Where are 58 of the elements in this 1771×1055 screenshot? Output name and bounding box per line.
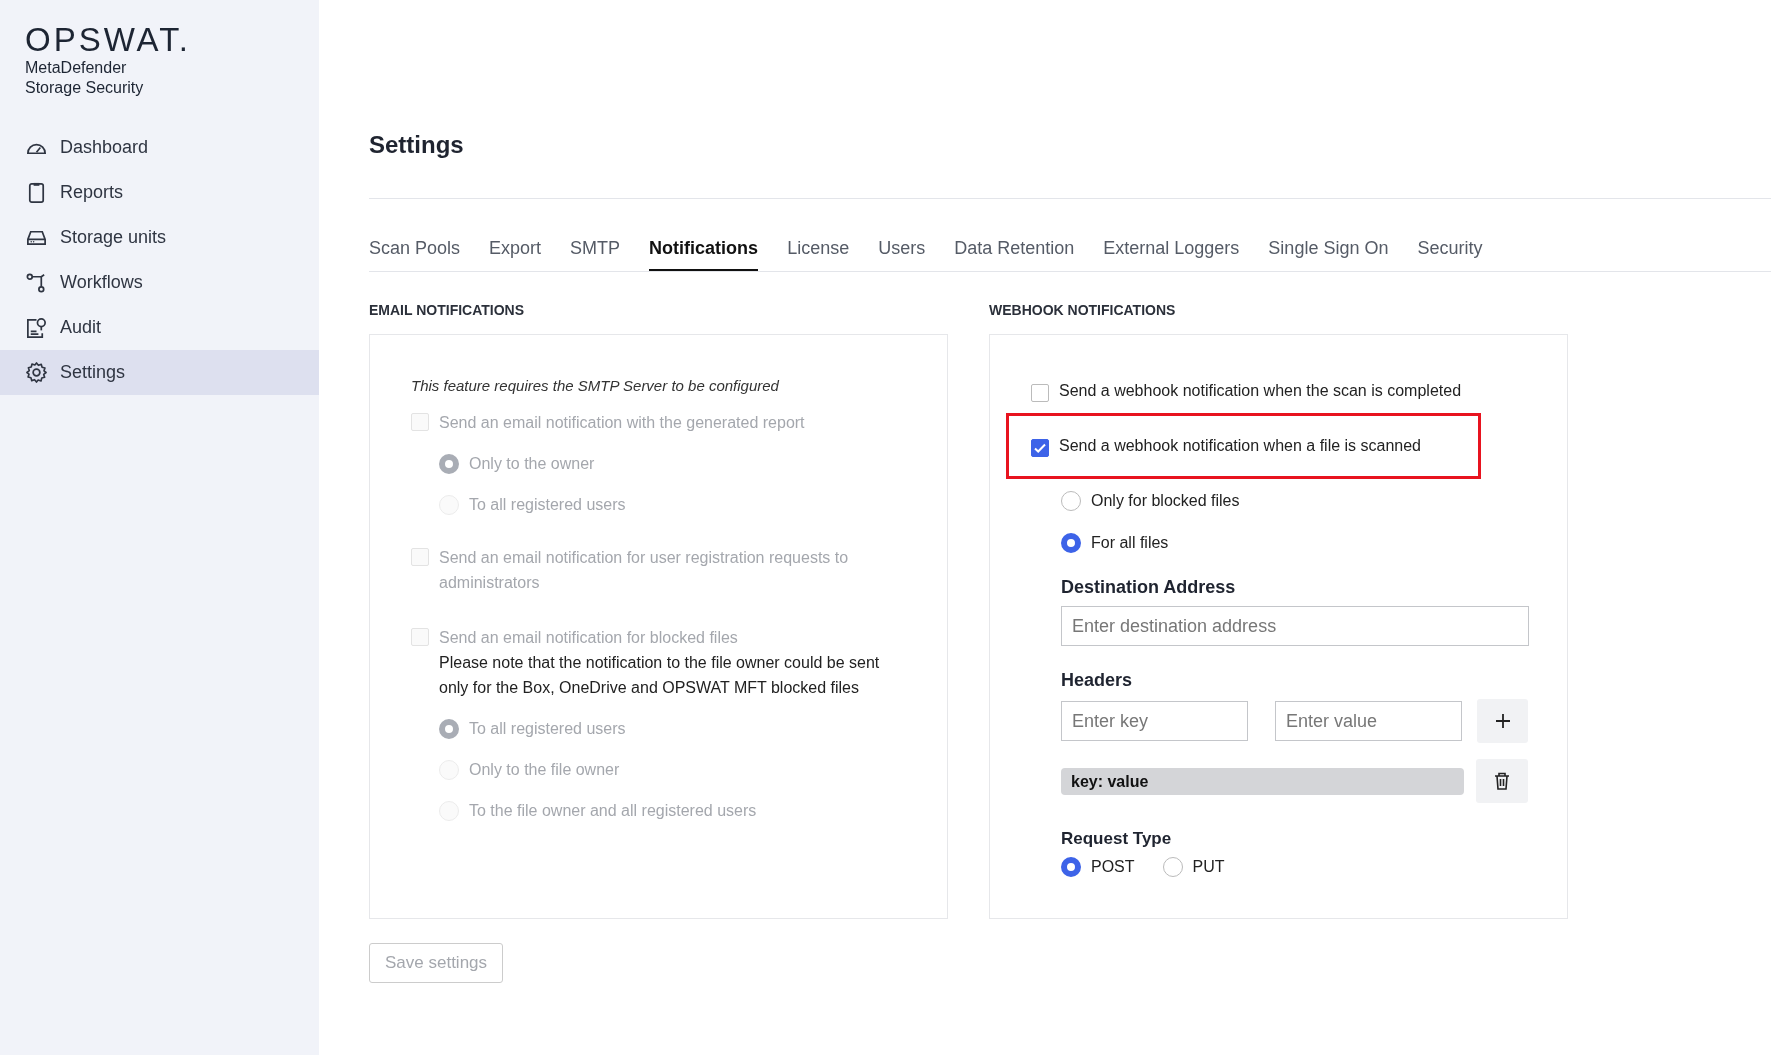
section-heading: EMAIL NOTIFICATIONS bbox=[369, 302, 526, 318]
checkbox-label: Send an email notification for user registration requests to administrators bbox=[439, 548, 850, 593]
sidebar-item[interactable]: Audit bbox=[0, 305, 319, 351]
tab[interactable]: SMTP bbox=[570, 232, 621, 271]
trash-icon bbox=[1494, 772, 1511, 790]
logo: OPSWAT. bbox=[25, 22, 192, 59]
sidebar-item[interactable]: Dashboard bbox=[0, 125, 319, 171]
tab[interactable]: External Loggers bbox=[1103, 232, 1240, 271]
add-button[interactable] bbox=[1477, 699, 1528, 743]
radio-label: To all registered users bbox=[469, 496, 626, 514]
field-label: Headers bbox=[1061, 670, 1134, 691]
page-title: Settings bbox=[369, 131, 465, 160]
radio-button[interactable] bbox=[1061, 491, 1081, 511]
tab[interactable]: Scan Pools bbox=[369, 232, 461, 271]
radio-label: PUT bbox=[1192, 858, 1225, 876]
field-label: Request Type bbox=[1061, 829, 1173, 849]
tab[interactable]: Export bbox=[489, 232, 542, 271]
header-chip: key: value bbox=[1061, 767, 1465, 795]
checkbox-label: Send a webhook notification when the scan is completed bbox=[1059, 382, 1462, 400]
tab[interactable]: Single Sign On bbox=[1268, 232, 1389, 271]
radio-label: Only to the owner bbox=[469, 455, 595, 473]
sidebar-item[interactable]: Settings bbox=[0, 350, 319, 396]
destination-field[interactable]: Enter destination address bbox=[1061, 606, 1529, 646]
key-field[interactable]: Enter key bbox=[1061, 701, 1248, 741]
plus-icon bbox=[1494, 713, 1511, 729]
sidebar-item[interactable]: Reports bbox=[0, 170, 319, 216]
description-text: Please note that the notification to the file owner could be sent only for the Box, OneDrive and OPSWAT MFT blocked files bbox=[439, 653, 881, 698]
radio-label: To all registered users bbox=[469, 720, 626, 738]
delete-button[interactable] bbox=[1476, 759, 1528, 803]
radio-label: For all files bbox=[1091, 534, 1169, 552]
tab[interactable]: Security bbox=[1417, 232, 1483, 271]
sidebar-item[interactable]: Storage units bbox=[0, 215, 319, 261]
audit-icon bbox=[25, 316, 48, 340]
checkbox-label: Send a webhook notification when a file is scanned bbox=[1059, 437, 1421, 455]
checkbox[interactable] bbox=[1031, 438, 1049, 457]
product-name: MetaDefender bbox=[25, 58, 128, 79]
section-heading: WEBHOOK NOTIFICATIONS bbox=[989, 302, 1177, 318]
checkbox-label: Send an email notification with the generated report bbox=[439, 413, 806, 433]
radio-button[interactable] bbox=[1162, 857, 1183, 877]
radio-label: To the file owner and all registered users bbox=[469, 802, 757, 820]
settings-icon bbox=[25, 361, 48, 385]
radio-label: Only for blocked files bbox=[1091, 492, 1240, 510]
tab[interactable]: Notifications bbox=[649, 232, 759, 271]
tab[interactable]: Data Retention bbox=[954, 232, 1075, 271]
radio-label: POST bbox=[1091, 858, 1135, 876]
product-name: Storage Security bbox=[25, 78, 145, 99]
note-text: This feature requires the SMTP Server to be configured bbox=[411, 377, 780, 394]
radio-button[interactable] bbox=[1061, 533, 1081, 553]
checkbox[interactable] bbox=[1031, 383, 1049, 402]
radio-label: Only to the file owner bbox=[469, 761, 620, 779]
workflow-icon bbox=[25, 271, 48, 295]
radio-button[interactable] bbox=[1061, 857, 1081, 877]
tab[interactable]: License bbox=[787, 232, 850, 271]
sidebar-item[interactable]: Workflows bbox=[0, 260, 319, 306]
field-label: Destination Address bbox=[1061, 577, 1237, 598]
value-field[interactable]: Enter value bbox=[1275, 701, 1462, 741]
tab[interactable]: Users bbox=[878, 232, 926, 271]
checkbox-label: Send an email notification for blocked files bbox=[439, 628, 739, 648]
